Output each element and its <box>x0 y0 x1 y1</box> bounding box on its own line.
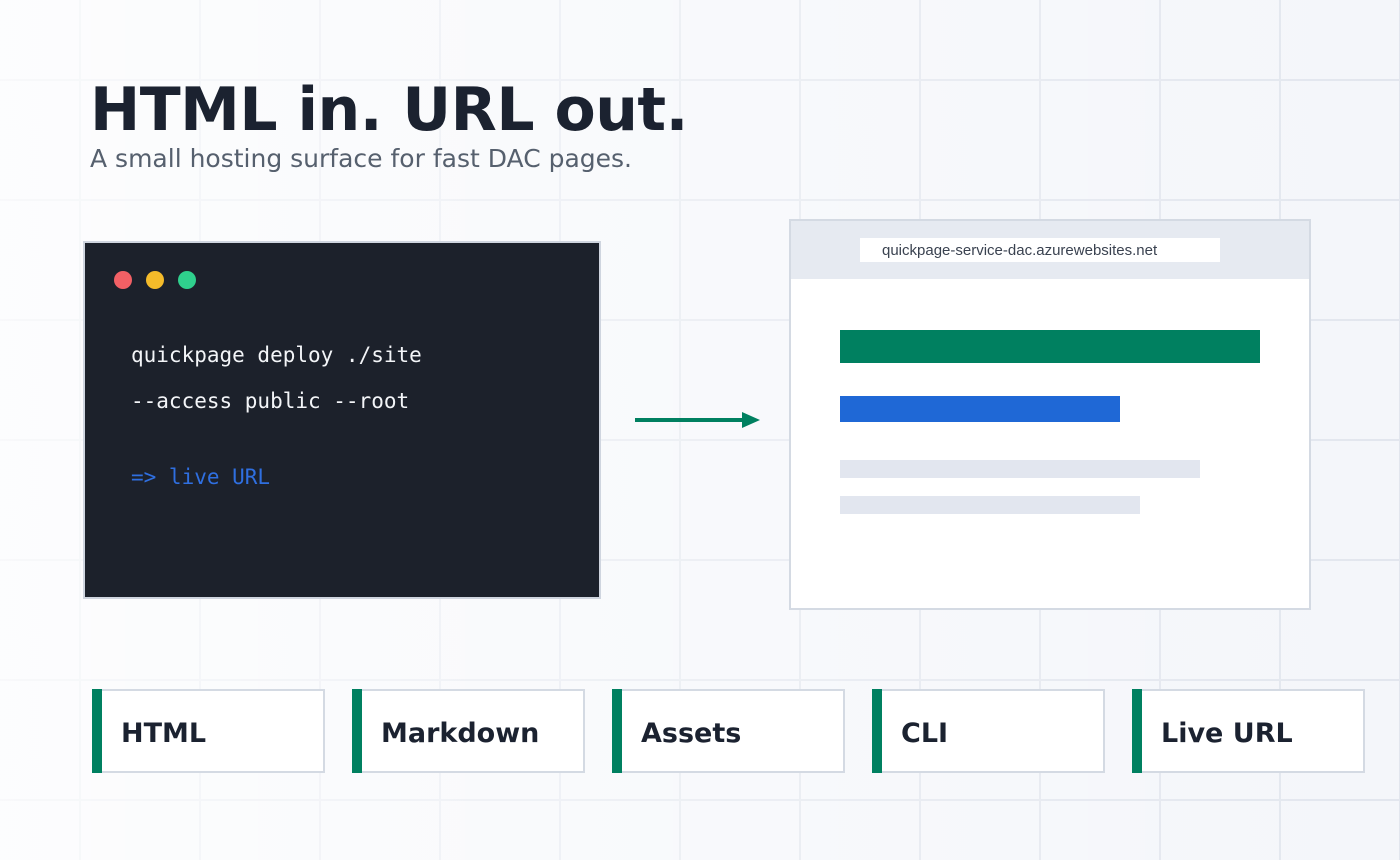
feature-chip-assets: Assets <box>612 689 845 773</box>
chip-label: Live URL <box>1161 718 1293 749</box>
url-address-field[interactable]: quickpage-service-dac.azurewebsites.net <box>860 238 1220 262</box>
page-subtitle: A small hosting surface for fast DAC pag… <box>90 144 633 173</box>
chip-label: CLI <box>901 718 949 749</box>
chip-label: Markdown <box>381 718 540 749</box>
close-dot-icon <box>114 271 132 289</box>
terminal-result: => live URL <box>131 465 271 489</box>
chip-accent-bar <box>1132 689 1142 773</box>
page-text-line <box>840 496 1140 514</box>
feature-chip-cli: CLI <box>872 689 1105 773</box>
minimize-dot-icon <box>146 271 164 289</box>
feature-chip-markdown: Markdown <box>352 689 585 773</box>
page-title: HTML in. URL out. <box>90 75 688 145</box>
chip-accent-bar <box>612 689 622 773</box>
terminal-command-line: quickpage deploy ./site <box>131 343 422 367</box>
page-link-block <box>840 396 1120 422</box>
chip-label: HTML <box>121 718 207 749</box>
feature-chip-live-url: Live URL <box>1132 689 1365 773</box>
chip-accent-bar <box>872 689 882 773</box>
maximize-dot-icon <box>178 271 196 289</box>
page-heading-block <box>840 330 1260 363</box>
browser-toolbar: quickpage-service-dac.azurewebsites.net <box>791 221 1309 279</box>
chip-accent-bar <box>352 689 362 773</box>
arrow-right-icon <box>635 412 760 428</box>
feature-chip-html: HTML <box>92 689 325 773</box>
terminal-command-flags: --access public --root <box>131 389 410 413</box>
chip-label: Assets <box>641 718 742 749</box>
browser-preview: quickpage-service-dac.azurewebsites.net <box>789 219 1311 610</box>
page-text-line <box>840 460 1200 478</box>
chip-accent-bar <box>92 689 102 773</box>
terminal-window: quickpage deploy ./site --access public … <box>83 241 601 599</box>
